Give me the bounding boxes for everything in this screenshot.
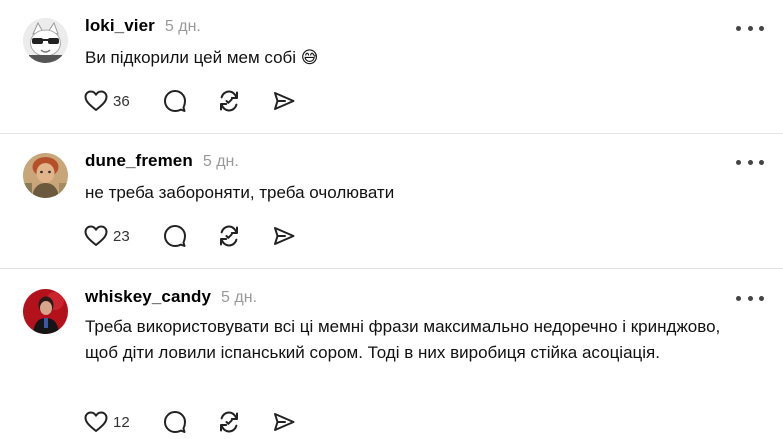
avatar[interactable] xyxy=(23,153,68,198)
timestamp[interactable]: 5 дн. xyxy=(165,18,201,36)
comment-post: whiskey_candy 5 дн. Треба використовуват… xyxy=(0,269,783,439)
comment-button[interactable] xyxy=(163,89,217,113)
comment-post: dune_fremen 5 дн. не треба забороняти, т… xyxy=(0,134,783,269)
action-bar: 23 xyxy=(84,223,295,249)
more-icon[interactable] xyxy=(736,155,764,169)
repost-icon xyxy=(220,411,238,433)
like-button[interactable]: 23 xyxy=(84,225,163,247)
comment-feed: loki_vier 5 дн. Ви підкорили цей мем соб… xyxy=(0,0,783,439)
post-text: не треба забороняти, треба очолювати xyxy=(85,183,395,202)
like-count: 36 xyxy=(113,92,130,110)
person-red-avatar-icon xyxy=(23,289,68,334)
post-text: Треба використовувати всі ці мемні фрази… xyxy=(85,317,721,362)
post-header: dune_fremen 5 дн. xyxy=(85,151,239,173)
person-avatar-icon xyxy=(23,153,68,198)
like-button[interactable]: 36 xyxy=(84,90,163,112)
comment-icon xyxy=(164,225,186,247)
username[interactable]: dune_fremen xyxy=(85,151,193,171)
timestamp[interactable]: 5 дн. xyxy=(221,289,257,307)
post-header: loki_vier 5 дн. xyxy=(85,16,201,38)
avatar[interactable] xyxy=(23,18,68,63)
username[interactable]: loki_vier xyxy=(85,16,155,36)
repost-icon xyxy=(220,90,238,112)
heart-icon xyxy=(84,90,108,111)
repost-icon xyxy=(220,225,238,247)
avatar[interactable] xyxy=(23,289,68,334)
more-icon[interactable] xyxy=(736,21,764,35)
post-text: Ви підкорили цей мем собі 😅 xyxy=(85,48,319,67)
comment-button[interactable] xyxy=(163,224,217,248)
share-icon xyxy=(274,92,295,110)
action-bar: 36 xyxy=(84,88,295,114)
share-button[interactable] xyxy=(273,90,295,112)
timestamp[interactable]: 5 дн. xyxy=(203,153,239,171)
share-button[interactable] xyxy=(273,225,295,247)
like-count: 12 xyxy=(113,413,130,431)
repost-button[interactable] xyxy=(217,410,273,434)
heart-icon xyxy=(84,411,108,432)
share-button[interactable] xyxy=(273,411,295,433)
like-count: 23 xyxy=(113,227,130,245)
cat-sunglasses-avatar-icon xyxy=(23,18,68,63)
comment-post: loki_vier 5 дн. Ви підкорили цей мем соб… xyxy=(0,0,783,134)
more-icon[interactable] xyxy=(736,291,764,305)
share-icon xyxy=(274,413,295,431)
heart-icon xyxy=(84,225,108,246)
comment-icon xyxy=(164,90,186,112)
comment-button[interactable] xyxy=(163,410,217,434)
username[interactable]: whiskey_candy xyxy=(85,287,211,307)
like-button[interactable]: 12 xyxy=(84,411,163,433)
post-header: whiskey_candy 5 дн. xyxy=(85,287,257,309)
share-icon xyxy=(274,227,295,245)
repost-button[interactable] xyxy=(217,89,273,113)
repost-button[interactable] xyxy=(217,224,273,248)
action-bar: 12 xyxy=(84,409,295,435)
comment-icon xyxy=(164,411,186,433)
